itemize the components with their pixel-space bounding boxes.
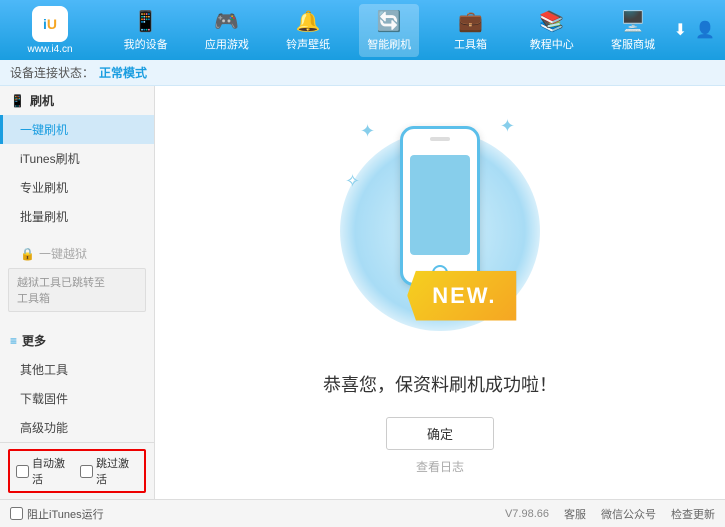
footer-left: 阻止iTunes运行 [10, 506, 104, 522]
device-icon: 📱 [133, 9, 158, 34]
sidebar-other-tools[interactable]: 其他工具 [0, 355, 154, 384]
ringtone-icon: 🔔 [296, 9, 321, 34]
guide-activation-input[interactable] [80, 465, 93, 478]
status-prefix: 设备连接状态： [10, 64, 94, 81]
nav-items: 📱 我的设备 🎮 应用游戏 🔔 铃声壁纸 🔄 智能刷机 💼 工具箱 📚 教程中心… [105, 4, 674, 57]
sidebar: 📱 刷机 一键刷机 iTunes刷机 专业刷机 批量刷机 🔒 一键越狱 越狱工具… [0, 86, 155, 499]
nav-ringtone-label: 铃声壁纸 [286, 36, 330, 52]
nav-service[interactable]: 🖥️ 客服商城 [603, 4, 663, 57]
auto-options-group: 自动激活 跳过激活 [8, 449, 146, 493]
auto-activate-input[interactable] [16, 465, 29, 478]
logo-icon: iU [32, 6, 68, 42]
auto-activate-checkbox[interactable]: 自动激活 [16, 455, 74, 487]
flash-section-header: 📱 刷机 [0, 86, 154, 115]
guide-activation-label: 跳过激活 [96, 455, 138, 487]
phone-notch [430, 137, 450, 141]
footer-customer-service[interactable]: 客服 [564, 506, 586, 522]
header-right: ⬇ 👤 [674, 20, 715, 40]
content-area: ✦ ✦ ✧ NEW. 恭喜您，保资料刷机成功啦！ 确定 查看日志 [155, 86, 725, 499]
main-layout: 📱 刷机 一键刷机 iTunes刷机 专业刷机 批量刷机 🔒 一键越狱 越狱工具… [0, 86, 725, 499]
auto-activate-label: 自动激活 [32, 455, 74, 487]
sidebar-itunes-flash[interactable]: iTunes刷机 [0, 144, 154, 173]
service-icon: 🖥️ [621, 9, 646, 34]
version-text: V7.98.66 [505, 508, 549, 520]
nav-apps-label: 应用游戏 [205, 36, 249, 52]
phone-screen [410, 155, 470, 255]
footer: 阻止iTunes运行 V7.98.66 客服 微信公众号 检查更新 [0, 499, 725, 527]
new-badge-text: NEW. [432, 283, 496, 308]
view-log-link[interactable]: 查看日志 [416, 458, 464, 475]
footer-right: V7.98.66 客服 微信公众号 检查更新 [505, 506, 715, 522]
sidebar-advanced[interactable]: 高级功能 [0, 413, 154, 442]
phone-illustration: ✦ ✦ ✧ NEW. [330, 111, 550, 351]
phone-body [400, 126, 480, 286]
apps-icon: 🎮 [214, 9, 239, 34]
nav-toolbox-label: 工具箱 [454, 36, 487, 52]
phone-flash-icon: 📱 [10, 94, 25, 108]
sidebar-bottom: 自动激活 跳过激活 📱 iPhone 15 Pro Max 512GB iPho… [0, 442, 154, 499]
nav-tutorial[interactable]: 📚 教程中心 [522, 4, 582, 57]
nav-tutorial-label: 教程中心 [530, 36, 574, 52]
user-icon[interactable]: 👤 [695, 20, 715, 40]
toolbox-icon: 💼 [458, 9, 483, 34]
jailbreak-disabled-box: 越狱工具已跳转至工具箱 [8, 268, 146, 312]
guide-activation-checkbox[interactable]: 跳过激活 [80, 455, 138, 487]
nav-smart-flash[interactable]: 🔄 智能刷机 [359, 4, 419, 57]
logo-text: www.i4.cn [27, 44, 72, 55]
nav-service-label: 客服商城 [611, 36, 655, 52]
flash-section-label: 刷机 [30, 92, 54, 109]
sidebar-pro-flash[interactable]: 专业刷机 [0, 173, 154, 202]
sidebar-download-firmware[interactable]: 下载固件 [0, 384, 154, 413]
lock-icon: 🔒 [20, 247, 35, 261]
nav-my-device[interactable]: 📱 我的设备 [116, 4, 176, 57]
stop-itunes-label: 阻止iTunes运行 [27, 506, 104, 522]
tutorial-icon: 📚 [539, 9, 564, 34]
download-icon[interactable]: ⬇ [674, 20, 687, 40]
nav-ringtone[interactable]: 🔔 铃声壁纸 [278, 4, 338, 57]
logo-area: iU www.i4.cn [10, 6, 90, 55]
jailbreak-disabled-text: 越狱工具已跳转至工具箱 [17, 277, 105, 305]
new-badge: NEW. [407, 271, 516, 321]
sidebar-batch-flash[interactable]: 批量刷机 [0, 202, 154, 231]
jailbreak-section-header: 🔒 一键越狱 [0, 239, 154, 268]
more-icon: ≡ [10, 334, 17, 348]
nav-toolbox[interactable]: 💼 工具箱 [441, 4, 501, 57]
nav-my-device-label: 我的设备 [124, 36, 168, 52]
success-message: 恭喜您，保资料刷机成功啦！ [323, 371, 557, 397]
status-bar: 设备连接状态： 正常模式 [0, 60, 725, 86]
more-section-header: ≡ 更多 [0, 326, 154, 355]
stop-itunes-checkbox[interactable]: 阻止iTunes运行 [10, 506, 104, 522]
stop-itunes-input[interactable] [10, 507, 23, 520]
header: iU www.i4.cn 📱 我的设备 🎮 应用游戏 🔔 铃声壁纸 🔄 智能刷机… [0, 0, 725, 60]
sparkle-3: ✧ [345, 171, 360, 192]
footer-check-update[interactable]: 检查更新 [671, 506, 715, 522]
sparkle-2: ✦ [500, 116, 515, 137]
nav-apps-games[interactable]: 🎮 应用游戏 [197, 4, 257, 57]
confirm-button[interactable]: 确定 [386, 417, 494, 450]
sidebar-one-click-flash[interactable]: 一键刷机 [0, 115, 154, 144]
nav-flash-label: 智能刷机 [367, 36, 411, 52]
device-info: 📱 iPhone 15 Pro Max 512GB iPhone [8, 493, 146, 499]
flash-icon: 🔄 [377, 9, 402, 34]
status-value: 正常模式 [99, 64, 147, 81]
sparkle-1: ✦ [360, 121, 375, 142]
footer-wechat[interactable]: 微信公众号 [601, 506, 656, 522]
